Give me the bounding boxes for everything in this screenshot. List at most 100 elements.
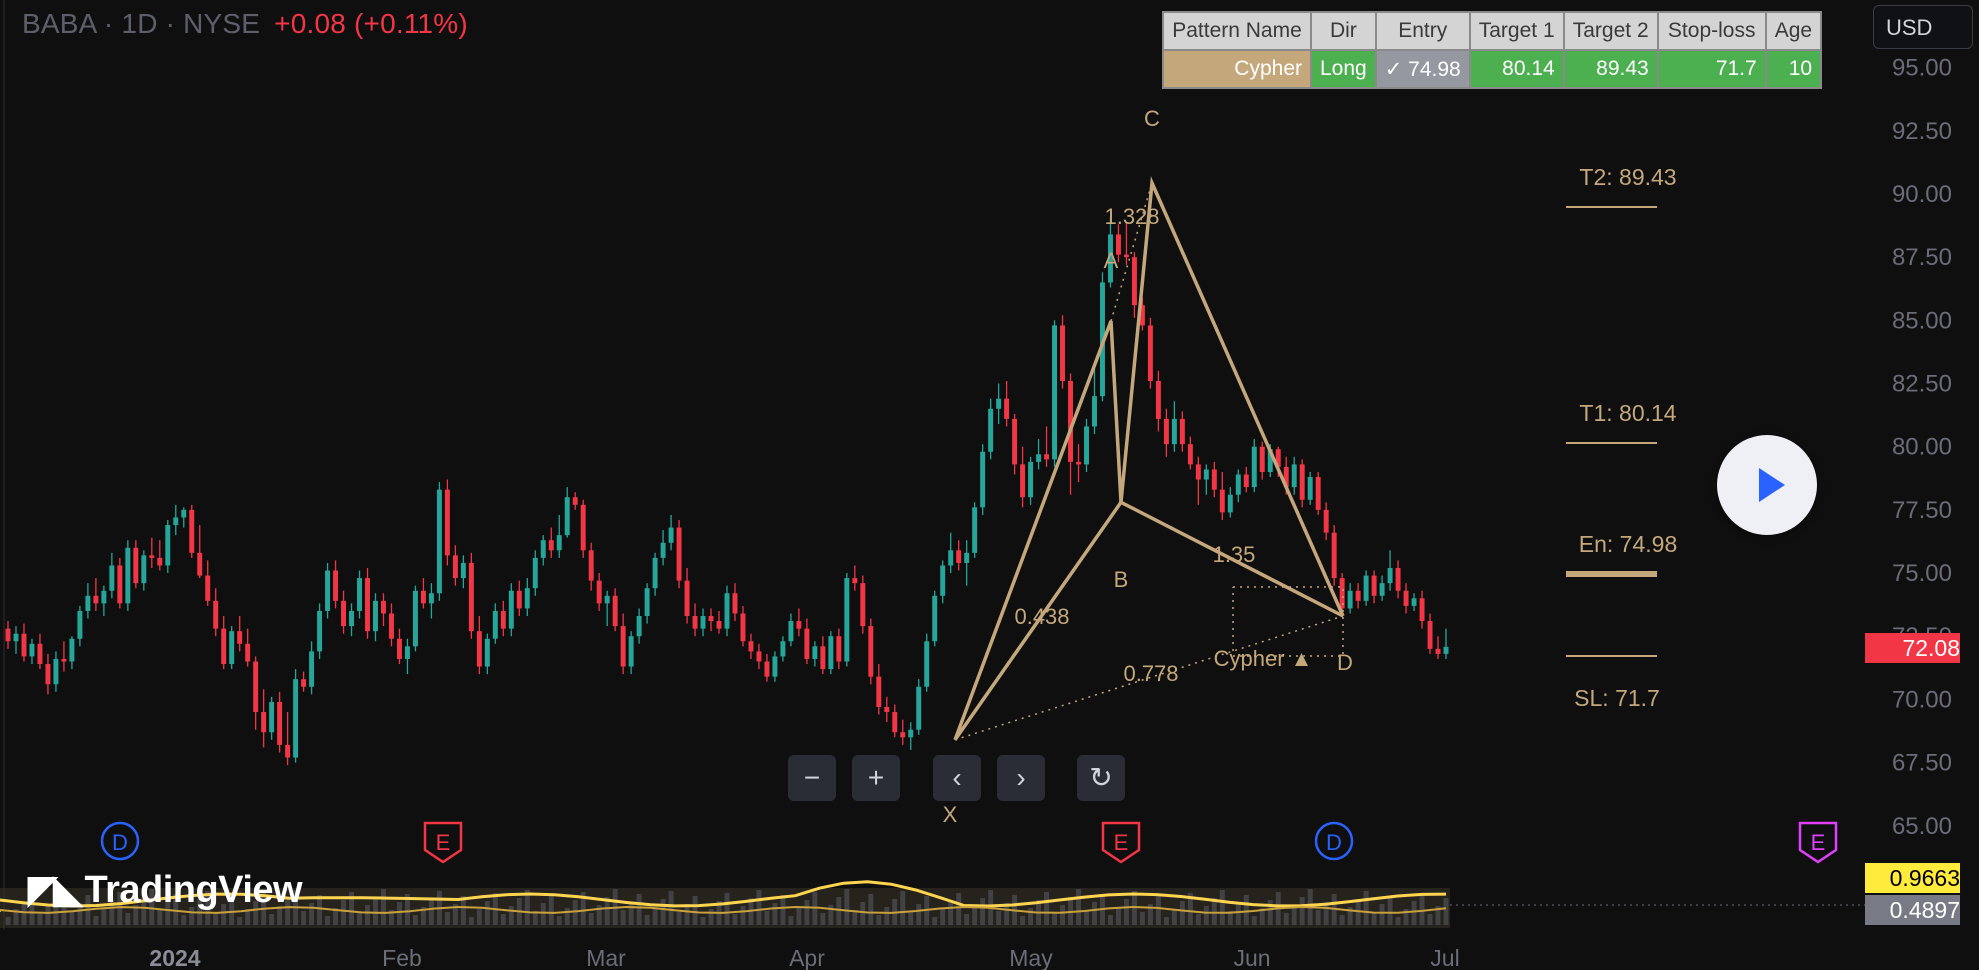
candle-body [141, 555, 147, 584]
price-tick-label: 80.00 [1892, 434, 1952, 461]
volume-bar [237, 917, 243, 925]
volume-bar [1092, 902, 1097, 925]
candle-body [916, 686, 922, 730]
candle-body [1092, 396, 1097, 427]
volume-bar [1267, 900, 1273, 925]
volume-bar [301, 911, 307, 925]
volume-bar [468, 917, 474, 925]
candle-body [444, 489, 450, 556]
candle-body [1163, 418, 1169, 445]
cell-stop-loss: 71.7 [1656, 49, 1767, 89]
candle-body [1243, 474, 1249, 488]
candle-body [612, 595, 618, 627]
price-tick-label: 87.50 [1892, 244, 1952, 271]
candle-body [556, 535, 562, 551]
candle-body [365, 578, 370, 632]
volume-bar [1163, 917, 1169, 925]
volume-bar [1179, 901, 1185, 925]
volume-bar [692, 896, 698, 925]
volume-bar [652, 907, 658, 925]
price-tick-label: 85.00 [1892, 307, 1952, 334]
volume-bar [900, 891, 906, 925]
candle-body [1060, 325, 1066, 381]
event-marker-label: E [1811, 830, 1826, 855]
candle-body [1076, 461, 1081, 465]
volume-bar [1203, 906, 1209, 925]
currency-button[interactable]: USD [1873, 5, 1973, 49]
scroll-left-button[interactable]: ‹ [933, 755, 981, 801]
candle-body [1315, 477, 1321, 510]
candle-body [1028, 461, 1034, 498]
reset-chart-button[interactable]: ↻ [1077, 755, 1125, 801]
candle-body [924, 641, 930, 687]
candle-body [125, 547, 131, 604]
candle-body [796, 621, 802, 629]
candle-body [277, 701, 283, 745]
scroll-right-button[interactable]: › [997, 755, 1045, 801]
tradingview-mark-icon: ◤◣ [28, 869, 82, 911]
time-tick-label: 2024 [149, 945, 200, 970]
volume-bar [428, 899, 434, 925]
ratio-xab-label: 0.438 [1014, 604, 1069, 629]
candle-body [588, 550, 594, 581]
volume-bar [1084, 910, 1089, 925]
event-marker-label: E [1114, 830, 1129, 855]
volume-bar [1243, 895, 1249, 925]
candle-body [620, 626, 626, 667]
header-entry: Entry [1374, 11, 1471, 51]
play-button[interactable] [1717, 435, 1817, 535]
candle-body [684, 580, 690, 617]
volume-bar [996, 911, 1002, 925]
volume-bar [548, 895, 554, 925]
candle-body [780, 641, 786, 657]
volume-bar [1107, 915, 1113, 925]
candle-body [29, 643, 35, 657]
candle-body [189, 509, 195, 553]
ratio-xac-label: 1.328 [1104, 204, 1159, 229]
price-tick-label: 75.00 [1892, 560, 1952, 587]
candle-body [732, 593, 738, 614]
candle-body [1443, 646, 1449, 654]
candle-body [1155, 380, 1161, 419]
candle-body [636, 616, 642, 637]
candle-body [692, 616, 698, 629]
candle-body [900, 732, 906, 738]
candle-body [53, 658, 59, 685]
volume-bar [1443, 898, 1449, 925]
zoom-in-button[interactable]: + [852, 755, 900, 801]
candle-body [884, 706, 890, 713]
volume-bar [1044, 892, 1050, 925]
point-x-label: X [943, 802, 958, 827]
candle-body [45, 664, 51, 685]
candle-body [37, 643, 43, 665]
zoom-out-button[interactable]: − [788, 755, 836, 801]
candle-body [309, 651, 315, 687]
candle-body [5, 628, 11, 642]
candle-body [468, 562, 474, 632]
volume-bar [396, 902, 402, 925]
ratio-bcd-label: 1.35 [1213, 542, 1256, 567]
candle-body [1299, 464, 1305, 500]
candle-body [1131, 257, 1137, 306]
entry-level-label: En: 74.98 [1579, 531, 1677, 557]
volume-bar [444, 912, 450, 925]
candle-body [1403, 590, 1409, 606]
candle-body [173, 517, 179, 526]
chart-canvas[interactable]: X A B C D 1.328 0.438 1.35 0.778 Cypher ▲ T2: 89.4… [0, 0, 1979, 970]
candle-body [548, 540, 554, 551]
candle-body [357, 578, 362, 611]
candle-body [333, 570, 339, 601]
candle-body [253, 661, 259, 713]
volume-bar [644, 915, 650, 925]
volume-bar [1195, 914, 1201, 925]
candle-body [1219, 489, 1225, 513]
candle-body [1363, 575, 1369, 601]
volume-bar [1363, 891, 1369, 925]
volume-bar [1020, 916, 1026, 925]
candle-body [1020, 464, 1026, 498]
price-tick-label: 82.50 [1892, 371, 1952, 398]
volume-bar [269, 914, 275, 925]
candle-body [245, 643, 251, 662]
volume-bar [972, 906, 978, 925]
candle-body [1419, 598, 1425, 622]
